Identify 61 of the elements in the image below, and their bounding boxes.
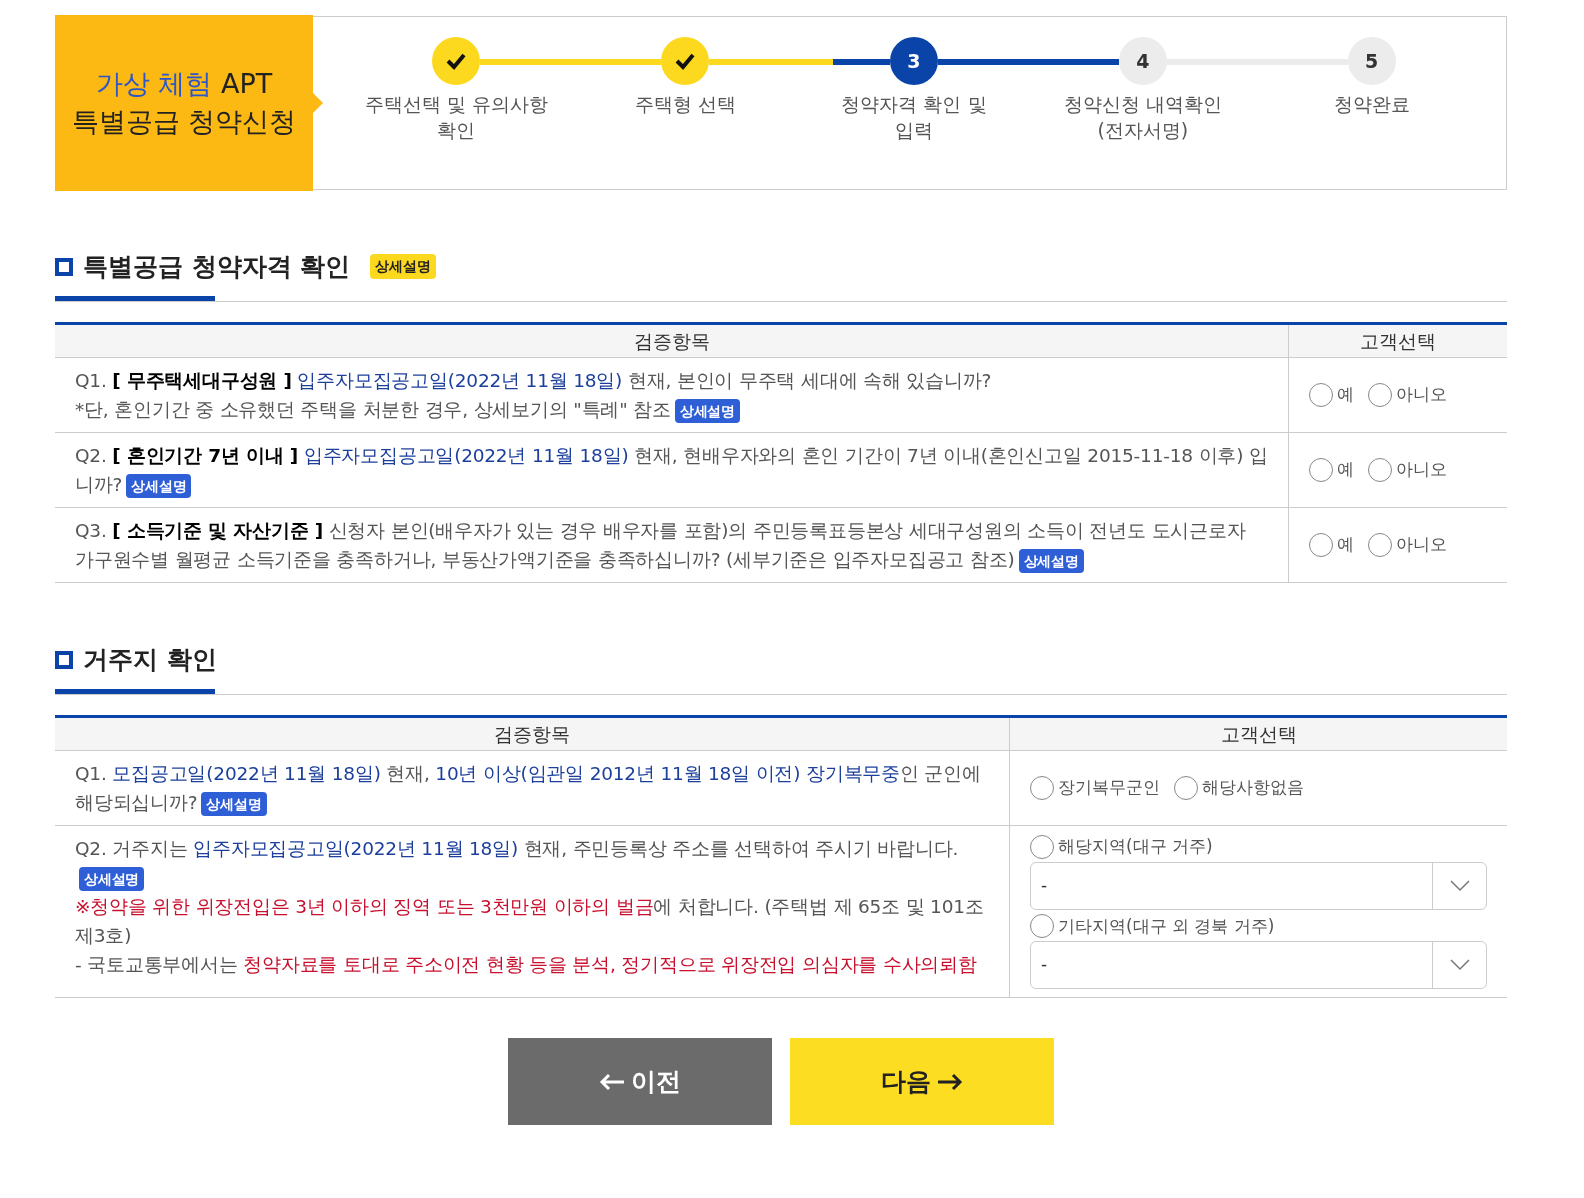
radio-option[interactable]: 해당사항없음 <box>1174 775 1304 801</box>
select-dropdown[interactable]: - <box>1030 941 1487 989</box>
radio-option[interactable]: 장기복무군인 <box>1030 775 1160 801</box>
question-text: Q1. 모집공고일(2022년 11월 18일) 현재, 10년 이상(임관일 2012년 11월 18일 이전) 장기복무중인 군인에 해당되십니까? 상세설명 <box>75 759 989 817</box>
chevron-down-icon <box>1449 959 1470 971</box>
check-icon <box>674 52 697 70</box>
section-title: 특별공급 청약자격 확인 <box>83 251 351 283</box>
radio-button[interactable] <box>1174 776 1198 800</box>
radio-option[interactable]: 기타지역(대구 외 경북 거주) <box>1030 913 1473 939</box>
radio-button[interactable] <box>1368 458 1392 482</box>
radio-button[interactable] <box>1030 776 1054 800</box>
step-label: 청약자격 확인 및 입력 <box>841 92 987 143</box>
step-number: 4 <box>1136 48 1150 74</box>
square-bullet-icon <box>55 650 73 669</box>
banner-subtitle: 특별공급 청약신청 <box>71 105 297 139</box>
detail-button[interactable]: 상세설명 <box>674 399 740 423</box>
radio-option[interactable]: 아니오 <box>1368 382 1447 408</box>
question-text: Q1. [ 무주택세대구성원 ] 입주자모집공고일(2022년 11월 18일) 현재, 본인이 무주택 세대에 속해 있습니까? *단, 혼인기간 중 소유했던 주택을 처분한 경우, 상세보기의 "특례" 참조 상세설명 <box>75 366 1268 424</box>
detail-button[interactable]: 상세설명 <box>370 254 437 280</box>
column-header: 검증항목 <box>55 717 1010 750</box>
radio-option[interactable]: 아니오 <box>1368 457 1447 483</box>
select-dropdown[interactable]: - <box>1030 861 1487 910</box>
step-label: 청약완료 <box>1333 92 1410 117</box>
column-header: 고객선택 <box>1359 328 1437 354</box>
detail-button[interactable]: 상세설명 <box>126 474 192 498</box>
radio-button[interactable] <box>1309 533 1333 557</box>
previous-button[interactable]: 이전 <box>508 1038 772 1125</box>
step-label: 주택형 선택 <box>634 92 736 117</box>
radio-button[interactable] <box>1368 383 1392 407</box>
notice-text: ※청약을 위한 위장전입은 3년 이하의 징역 또는 3천만원 이하의 벌금에 처합니다. (주택법 제 65조 및 101조 제3호) <box>75 895 985 948</box>
detail-button[interactable]: 상세설명 <box>201 792 267 816</box>
check-icon <box>445 52 468 70</box>
question-text: Q2. [ 혼인기간 7년 이내 ] 입주자모집공고일(2022년 11월 18일) 현재, 현배우자와의 혼인 기간이 7년 이내(혼인신고일 2015-11-18 이후) 입니까? 상세설명 <box>75 441 1268 499</box>
square-bullet-icon <box>55 257 73 276</box>
step-number: 3 <box>907 48 921 74</box>
detail-button[interactable]: 상세설명 <box>79 867 145 891</box>
step-label: 주택선택 및 유의사항 확인 <box>364 92 548 143</box>
section-title: 거주지 확인 <box>83 644 217 676</box>
question-text: Q2. 거주지는 입주자모집공고일(2022년 11월 18일) 현재, 주민등록상 주소를 선택하여 주시기 바랍니다. 상세설명 <box>75 834 989 892</box>
question-text: Q3. [ 소득기준 및 자산기준 ] 신청자 본인(배우자가 있는 경우 배우자를 포함)의 주민등록표등본상 세대구성원의 소득이 전년도 도시근로자 가구원수별 월평균 소득기준을 충족하거나, 부동산가액기준을 충족하십니까? (세부기준은 입주자모집공고 참조) 상세설명 <box>75 516 1268 574</box>
notice-text: - 국토교통부에서는 청약자료를 토대로 주소이전 현황 등을 분석, 정기적으로 위장전입 의심자를 수사의뢰함 <box>75 953 978 977</box>
arrow-right-icon <box>937 1072 963 1091</box>
radio-option[interactable]: 예 <box>1309 457 1354 483</box>
chevron-down-icon <box>1449 879 1470 892</box>
step-label: 청약신청 내역확인 (전자서명) <box>1063 92 1222 143</box>
radio-option[interactable]: 아니오 <box>1368 532 1447 558</box>
radio-option[interactable]: 예 <box>1309 382 1354 408</box>
banner-title: 가상 체험 APT <box>95 67 273 101</box>
radio-button[interactable] <box>1368 533 1392 557</box>
radio-option[interactable]: 해당지역(대구 거주) <box>1030 834 1473 860</box>
radio-button[interactable] <box>1030 834 1054 859</box>
column-header: 검증항목 <box>55 324 1289 357</box>
radio-button[interactable] <box>1309 383 1333 407</box>
detail-button[interactable]: 상세설명 <box>1018 549 1084 573</box>
radio-option[interactable]: 예 <box>1309 532 1354 558</box>
step-number: 5 <box>1364 48 1379 74</box>
radio-button[interactable] <box>1309 458 1333 482</box>
radio-button[interactable] <box>1030 914 1054 939</box>
next-button[interactable]: 다음 <box>790 1038 1054 1125</box>
arrow-left-icon <box>599 1072 625 1091</box>
column-header: 고객선택 <box>1219 721 1298 747</box>
